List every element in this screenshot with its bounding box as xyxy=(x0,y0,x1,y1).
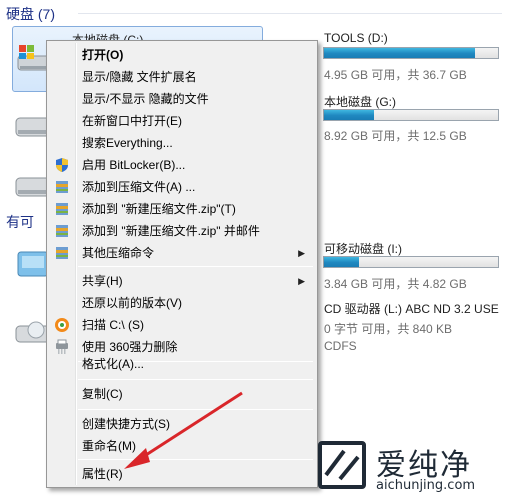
menu-item-share[interactable]: 共享(H) ▶ xyxy=(49,270,315,292)
menu-item-other-compress[interactable]: 其他压缩命令 ▶ xyxy=(49,242,315,264)
drive-l-free-space: 0 字节 可用，共 840 KB xyxy=(324,322,453,336)
drive-d-usage-fill xyxy=(324,48,475,58)
menu-item-format[interactable]: 格式化(A)... xyxy=(49,353,315,375)
menu-item-open[interactable]: 打开(O) xyxy=(49,44,315,66)
archive-icon xyxy=(56,181,68,193)
context-menu: 打开(O) 显示/隐藏 文件扩展名 显示/不显示 隐藏的文件 在新窗口中打开(E… xyxy=(46,40,318,488)
menu-item-label: 启用 BitLocker(B)... xyxy=(82,158,186,172)
menu-item-copy[interactable]: 复制(C) xyxy=(49,383,315,405)
drive-i-usage-fill xyxy=(324,257,359,267)
menu-item-add-zip[interactable]: 添加到 "新建压缩文件.zip"(T) xyxy=(49,198,315,220)
group-header-removable[interactable]: 有可 xyxy=(6,212,34,232)
menu-item-add-archive[interactable]: 添加到压缩文件(A) ... xyxy=(49,176,315,198)
group-divider xyxy=(78,13,502,14)
menu-item-open-new-window[interactable]: 在新窗口中打开(E) xyxy=(49,110,315,132)
menu-item-properties[interactable]: 属性(R) xyxy=(49,463,315,485)
menu-item-toggle-hidden[interactable]: 显示/不显示 隐藏的文件 xyxy=(49,88,315,110)
menu-item-add-zip-mail[interactable]: 添加到 "新建压缩文件.zip" 并邮件 xyxy=(49,220,315,242)
menu-item-label: 扫描 C:\ (S) xyxy=(82,318,144,332)
watermark-logo-mark xyxy=(324,449,360,481)
submenu-arrow-icon: ▶ xyxy=(298,248,305,258)
menu-item-search-everything[interactable]: 搜索Everything... xyxy=(49,132,315,154)
drive-g-usage-bar xyxy=(323,109,499,121)
drive-d-usage-bar xyxy=(323,47,499,59)
drive-i-free-space: 3.84 GB 可用，共 4.82 GB xyxy=(324,277,467,291)
submenu-arrow-icon: ▶ xyxy=(298,276,305,286)
drive-i-name[interactable]: 可移动磁盘 (I:) xyxy=(324,240,402,257)
watermark-url: aichunjing.com xyxy=(376,478,476,493)
drive-d-name[interactable]: TOOLS (D:) xyxy=(324,31,388,45)
menu-separator xyxy=(78,266,313,267)
menu-item-label: 其他压缩命令 xyxy=(82,246,155,260)
drive-g-free-space: 8.92 GB 可用，共 12.5 GB xyxy=(324,129,467,143)
drive-l-filesystem: CDFS xyxy=(324,339,357,353)
menu-item-label: 使用 360强力删除 xyxy=(82,340,178,354)
drive-g-name[interactable]: 本地磁盘 (G:) xyxy=(324,93,396,110)
menu-item-toggle-extensions[interactable]: 显示/隐藏 文件扩展名 xyxy=(49,66,315,88)
menu-item-label: 共享(H) xyxy=(82,274,123,288)
menu-item-restore-previous[interactable]: 还原以前的版本(V) xyxy=(49,292,315,314)
menu-item-bitlocker[interactable]: 启用 BitLocker(B)... xyxy=(49,154,315,176)
drive-i-usage-bar xyxy=(323,256,499,268)
menu-item-label: 添加到 "新建压缩文件.zip"(T) xyxy=(82,202,236,216)
menu-item-rename[interactable]: 重命名(M) xyxy=(49,435,315,457)
menu-item-label: 添加到 "新建压缩文件.zip" 并邮件 xyxy=(82,224,260,238)
menu-separator xyxy=(78,409,313,410)
archive-icon xyxy=(56,225,68,237)
drive-l-name[interactable]: CD 驱动器 (L:) ABC ND 3.2 USE xyxy=(324,300,504,317)
group-header-hard-disks[interactable]: 硬盘 (7) xyxy=(6,4,55,24)
drive-g-usage-fill xyxy=(324,110,375,120)
archive-icon xyxy=(56,203,68,215)
drive-d-free-space: 4.95 GB 可用，共 36.7 GB xyxy=(324,68,467,82)
shield-icon xyxy=(56,158,68,172)
menu-separator xyxy=(78,459,313,460)
menu-item-scan[interactable]: 扫描 C:\ (S) xyxy=(49,314,315,336)
archive-icon xyxy=(56,247,68,259)
menu-item-create-shortcut[interactable]: 创建快捷方式(S) xyxy=(49,413,315,435)
watermark-logo-icon xyxy=(318,441,366,489)
antivirus-icon xyxy=(55,318,69,332)
menu-item-label: 添加到压缩文件(A) ... xyxy=(82,180,196,194)
menu-separator xyxy=(78,379,313,380)
